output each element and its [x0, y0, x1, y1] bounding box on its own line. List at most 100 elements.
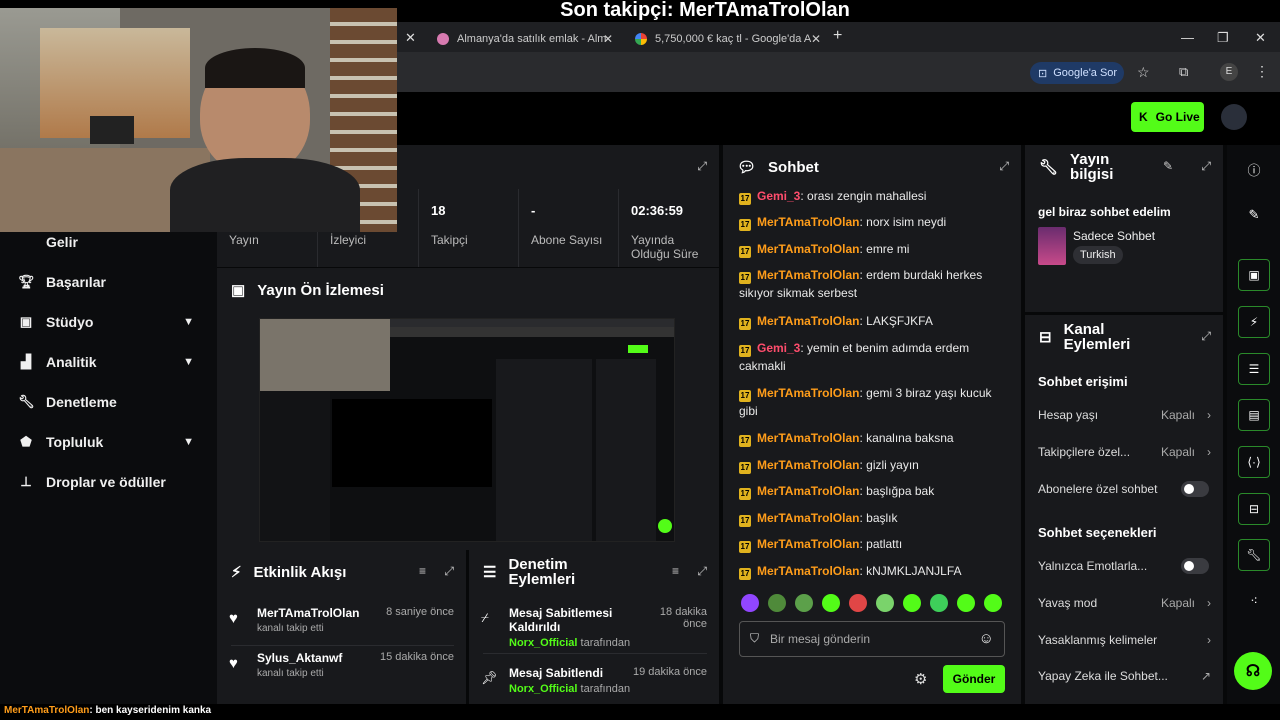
emote-icon[interactable]	[957, 594, 975, 612]
more-icon[interactable]: ⁖	[1238, 585, 1270, 617]
sidebar-item-label: Droplar ve ödüller	[46, 474, 166, 490]
subs-only-toggle[interactable]	[1181, 481, 1209, 497]
emote-icon[interactable]	[930, 594, 948, 612]
moderator-suffix: tarafından	[580, 683, 631, 695]
support-headset-icon[interactable]: ☊	[1234, 652, 1272, 690]
sidebar-item-basarilar[interactable]: 🏆︎ Başarılar	[18, 272, 198, 292]
close-tab-icon[interactable]: ✕	[603, 32, 613, 46]
extensions-icon[interactable]: ⧉	[1179, 64, 1188, 80]
ai-chat-row[interactable]: Yapay Zeka ile Sohbet... ↗	[1038, 666, 1211, 686]
expand-icon[interactable]: ⤢	[444, 564, 454, 579]
close-tab-icon[interactable]: ✕	[405, 30, 416, 46]
info-icon[interactable]: ⓘ	[1238, 153, 1270, 185]
app-header: K Go Live	[397, 92, 1280, 145]
chat-username[interactable]: Gemi_3	[757, 189, 800, 203]
activity-item: ♥ MerTAmaTrolOlan kanalı takip etti 8 sa…	[229, 606, 454, 646]
browser-tab-emlak[interactable]: Almanya'da satılık emlak - Alm ✕	[429, 26, 619, 52]
emote-icon[interactable]	[849, 594, 867, 612]
edit-pencil-icon[interactable]: ✎	[1163, 159, 1173, 173]
chat-username[interactable]: MerTAmaTrolOlan	[757, 314, 859, 328]
moderator-name[interactable]: Norx_Official	[509, 683, 577, 695]
chat-icon[interactable]: ▤	[1238, 399, 1270, 431]
chat-username[interactable]: MerTAmaTrolOlan	[757, 215, 859, 229]
stream-preview-panel: ▣ Yayın Ön İzlemesi	[217, 268, 719, 550]
restore-icon[interactable]: ❐	[1217, 30, 1229, 46]
sidebar-item-analitik[interactable]: ▟ Analitik ▼	[18, 352, 198, 372]
chevron-down-icon: ▼	[183, 436, 194, 448]
emote-icon[interactable]	[768, 594, 786, 612]
edit-pencil-icon[interactable]: ✎	[1238, 199, 1270, 231]
chat-username[interactable]: MerTAmaTrolOlan	[757, 484, 859, 498]
sidebar-item-gelir[interactable]: Gelir	[18, 232, 198, 252]
chat-username[interactable]: MerTAmaTrolOlan	[757, 458, 859, 472]
row-label: Yapay Zeka ile Sohbet...	[1038, 669, 1168, 683]
banned-words-row[interactable]: Yasaklanmış kelimeler ›	[1038, 630, 1211, 650]
emote-icon[interactable]	[795, 594, 813, 612]
close-window-icon[interactable]: ✕	[1255, 30, 1266, 46]
close-tab-icon[interactable]: ✕	[811, 32, 821, 46]
sidebar-item-studyo[interactable]: ▣ Stüdyo ▼	[18, 312, 198, 332]
emote-icon[interactable]	[903, 594, 921, 612]
sidebar-item-droplar[interactable]: ⊥ Droplar ve ödüller	[18, 472, 198, 492]
expand-icon[interactable]: ⤢	[999, 159, 1009, 174]
expand-icon[interactable]: ⤢	[1201, 159, 1211, 174]
film-icon: ▣	[19, 314, 33, 329]
row-value: Kapalı	[1160, 408, 1195, 422]
expand-icon[interactable]: ⤢	[697, 159, 707, 174]
chat-overlay-caption: MerTAmaTrolOlan: ben kayseridenim kanka	[0, 704, 1280, 720]
go-live-button[interactable]: K Go Live	[1131, 102, 1204, 132]
chat-username[interactable]: MerTAmaTrolOlan	[757, 268, 859, 282]
chat-username[interactable]: MerTAmaTrolOlan	[757, 537, 859, 551]
emotes-only-toggle[interactable]	[1181, 558, 1209, 574]
sidebar-item-denetleme[interactable]: 🔧︎ Denetleme	[18, 392, 198, 412]
sidebar-item-label: Analitik	[46, 354, 97, 370]
emote-icon[interactable]	[741, 594, 759, 612]
chat-username[interactable]: Gemi_3	[757, 341, 800, 355]
bookmark-star-icon[interactable]: ☆	[1137, 64, 1150, 81]
filter-icon[interactable]: ≡	[672, 564, 679, 578]
send-button[interactable]: Gönder	[943, 665, 1005, 693]
preview-toggle-icon[interactable]: ▣	[1238, 259, 1270, 291]
chat-username[interactable]: MerTAmaTrolOlan	[757, 242, 859, 256]
emote-icon[interactable]	[822, 594, 840, 612]
filter-icon[interactable]: ≡	[419, 564, 426, 578]
new-tab-button[interactable]: +	[833, 27, 842, 45]
emote-icon[interactable]	[984, 594, 1002, 612]
gear-icon[interactable]: ⚙	[914, 670, 927, 688]
moderator-name[interactable]: Norx_Official	[509, 637, 577, 649]
stream-preview-video[interactable]	[259, 318, 675, 542]
minimize-icon[interactable]: —	[1181, 30, 1194, 45]
chat-username[interactable]: MerTAmaTrolOlan	[757, 386, 859, 400]
browser-tab-google[interactable]: 5,750,000 € kaç tl - Google'da A ✕	[627, 26, 827, 52]
followers-only-row[interactable]: Takipçilere özel... Kapalı ›	[1038, 442, 1211, 462]
emoji-picker-icon[interactable]: ☺	[979, 630, 994, 647]
list-icon[interactable]: ☰	[1238, 353, 1270, 385]
code-icon[interactable]: ⟨·⟩	[1238, 446, 1270, 478]
expand-icon[interactable]: ⤢	[697, 564, 707, 579]
chat-username[interactable]: MerTAmaTrolOlan	[757, 511, 859, 525]
chat-username[interactable]: MerTAmaTrolOlan	[757, 431, 859, 445]
sidebar-item-topluluk[interactable]: ⬟ Topluluk ▼	[18, 432, 198, 452]
chat-text: gizli yayın	[866, 458, 919, 472]
wrench-icon[interactable]: 🔧︎	[1238, 539, 1270, 571]
profile-avatar[interactable]: E	[1220, 63, 1238, 81]
expand-icon[interactable]: ⤢	[1201, 329, 1211, 344]
account-age-row[interactable]: Hesap yaşı Kapalı ›	[1038, 405, 1211, 425]
emote-icon[interactable]	[876, 594, 894, 612]
stream-info-panel: 🔧︎ Yayın bilgisi ✎ ⤢ gel biraz sohbet ede…	[1025, 145, 1223, 312]
user-avatar[interactable]	[1221, 104, 1247, 130]
stat-label: Abone Sayısı	[531, 233, 603, 247]
category-name[interactable]: Sadece Sohbet	[1073, 229, 1155, 243]
lightning-icon: ⚡︎	[231, 564, 242, 581]
channel-actions-icon[interactable]: ⊟	[1238, 493, 1270, 525]
row-label: Yavaş mod	[1038, 596, 1098, 610]
menu-kebab-icon[interactable]: ⋮	[1255, 63, 1269, 80]
lightning-icon[interactable]: ⚡︎	[1238, 306, 1270, 338]
wrench-icon: 🔧︎	[18, 394, 35, 409]
chat-input[interactable]: ⛉ Bir mesaj gönderin ☺	[739, 621, 1005, 657]
subscriber-badge-icon: 17	[739, 219, 751, 231]
sidebar-item-label: Topluluk	[46, 434, 104, 450]
slow-mode-row[interactable]: Yavaş mod Kapalı ›	[1038, 593, 1211, 613]
chat-username[interactable]: MerTAmaTrolOlan	[757, 564, 859, 578]
google-ask-button[interactable]: ⊡ Google'a Sor	[1030, 62, 1124, 84]
